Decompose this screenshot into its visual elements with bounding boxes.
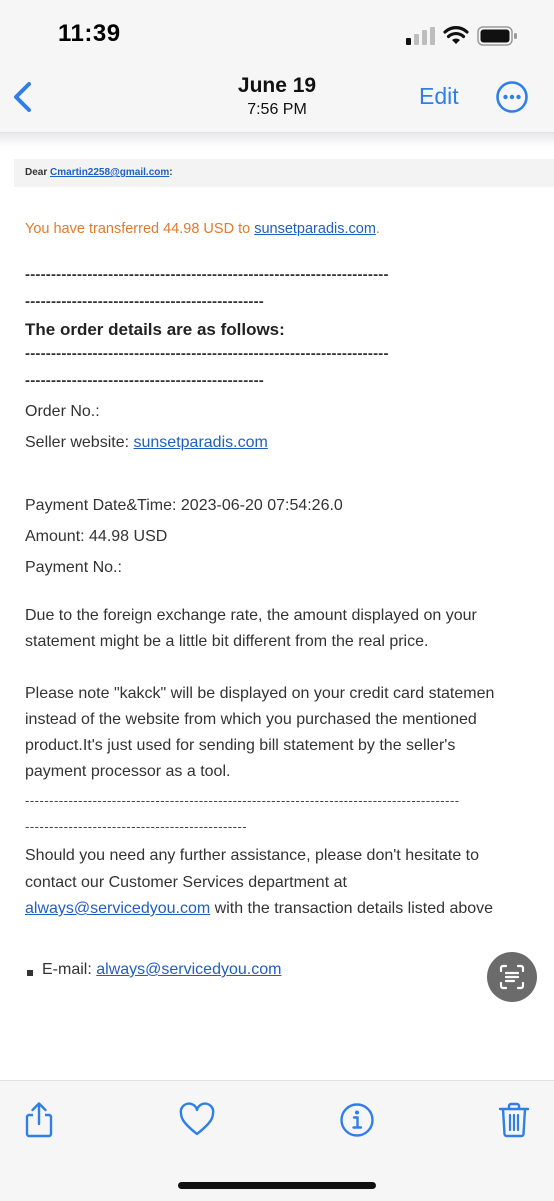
bottom-toolbar	[0, 1080, 554, 1201]
divider-dashes: ----------------------------------------…	[25, 372, 264, 389]
more-options-icon[interactable]	[495, 80, 529, 114]
live-text-scan-icon	[499, 964, 525, 990]
transfer-suffix: .	[375, 221, 380, 237]
statement-note-line: instead of the website from which you pu…	[25, 711, 477, 728]
transfer-text: You have transferred 44.98 USD to	[25, 221, 255, 237]
transfer-seller-link[interactable]: sunsetparadis.com	[254, 221, 376, 237]
heart-icon[interactable]	[178, 1101, 216, 1139]
trash-icon[interactable]	[495, 1101, 533, 1139]
order-details-heading: The order details are as follows:	[25, 320, 285, 339]
help-text-line: always@servicedyou.com with the transact…	[25, 900, 493, 918]
status-time: 11:39	[58, 20, 121, 47]
payment-datetime: Payment Date&Time: 2023-06-20 07:54:26.0	[25, 497, 343, 514]
cellular-signal-icon	[406, 27, 435, 45]
screenshot-time: 7:56 PM	[247, 101, 307, 118]
statement-note-line: Please note "kakck" will be displayed on…	[25, 685, 495, 702]
fx-notice-line: statement might be a little bit differen…	[25, 633, 429, 650]
help-text-suffix: with the transaction details listed abov…	[210, 900, 494, 917]
payment-number-label: Payment No.:	[25, 559, 122, 576]
contact-email-row: E-mail: always@servicedyou.com	[42, 961, 281, 979]
seller-website-label: Seller website:	[25, 434, 134, 451]
info-icon[interactable]	[338, 1101, 376, 1139]
help-text-line: contact our Customer Services department…	[25, 874, 347, 891]
navigation-bar: June 19 7:56 PM Edit	[0, 60, 554, 133]
content-top-shadow	[0, 133, 554, 147]
seller-website-row: Seller website: sunsetparadis.com	[25, 434, 268, 452]
greeting-prefix: Dear	[25, 167, 51, 178]
email-content: Dear Cmartin2258@gmail.com: You have tra…	[0, 133, 554, 1080]
seller-website-link[interactable]: sunsetparadis.com	[134, 434, 268, 451]
statement-note-line: product.It's just used for sending bill …	[25, 737, 456, 754]
screenshot-date: June 19	[237, 74, 317, 97]
home-indicator[interactable]	[178, 1182, 376, 1189]
order-number-label: Order No.:	[25, 403, 100, 420]
battery-icon	[477, 26, 517, 46]
statement-note-line: payment processor as a tool.	[25, 763, 231, 780]
support-email-link[interactable]: always@servicedyou.com	[25, 900, 210, 917]
transfer-notice: You have transferred 44.98 USD to sunset…	[25, 221, 380, 237]
live-text-button[interactable]	[487, 952, 537, 1002]
contact-email-label: E-mail:	[42, 961, 97, 978]
greeting-row: Dear Cmartin2258@gmail.com:	[14, 159, 554, 187]
status-bar: 11:39	[0, 0, 554, 60]
divider-dashes: ----------------------------------------…	[25, 819, 248, 834]
list-bullet	[27, 970, 33, 976]
edit-button[interactable]: Edit	[419, 83, 459, 110]
divider-dashes: ----------------------------------------…	[25, 793, 460, 808]
share-icon[interactable]	[20, 1101, 58, 1139]
divider-dashes: ----------------------------------------…	[25, 266, 389, 283]
greeting-text: Dear Cmartin2258@gmail.com:	[25, 167, 173, 178]
help-text-line: Should you need any further assistance, …	[25, 847, 480, 864]
recipient-email-link[interactable]: Cmartin2258@gmail.com	[50, 167, 169, 178]
divider-dashes: ----------------------------------------…	[25, 293, 264, 310]
contact-email-link[interactable]: always@servicedyou.com	[96, 961, 281, 978]
divider-dashes: ----------------------------------------…	[25, 345, 389, 362]
payment-amount: Amount: 44.98 USD	[25, 528, 168, 545]
greeting-suffix: :	[169, 167, 173, 178]
wifi-icon	[443, 26, 469, 44]
fx-notice-line: Due to the foreign exchange rate, the am…	[25, 607, 477, 624]
